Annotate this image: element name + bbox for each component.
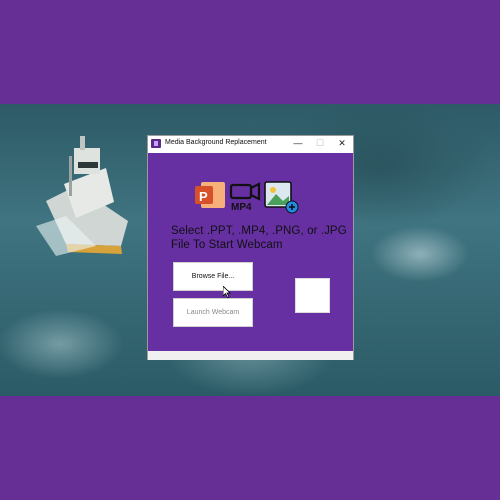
title-bar[interactable]: Media Background Replacement — ☐ ✕ [148,136,353,152]
preview-box [295,278,330,313]
maximize-button[interactable]: ☐ [308,136,332,152]
boat-image [36,136,128,256]
main-panel: P MP4 Select .PPT, .MP4, .PNG, or .JPG F [148,153,353,351]
close-button[interactable]: ✕ [330,136,354,152]
launch-webcam-button[interactable]: Launch Webcam [173,298,253,327]
app-window: Media Background Replacement — ☐ ✕ P MP4 [147,135,354,360]
media-type-icons: P MP4 [193,180,303,219]
mp4-icon: MP4 [229,182,261,213]
minimize-button[interactable]: — [286,136,310,152]
image-add-icon [264,181,299,214]
instruction-text: Select .PPT, .MP4, .PNG, or .JPG File To… [171,225,347,251]
mp4-label: MP4 [231,202,252,213]
powerpoint-icon: P [195,182,225,208]
powerpoint-letter: P [199,189,208,204]
app-icon [151,139,161,148]
status-strip [148,351,353,360]
mouse-cursor-icon [223,286,231,298]
window-title: Media Background Replacement [165,139,267,146]
browse-file-button[interactable]: Browse File... [173,262,253,291]
